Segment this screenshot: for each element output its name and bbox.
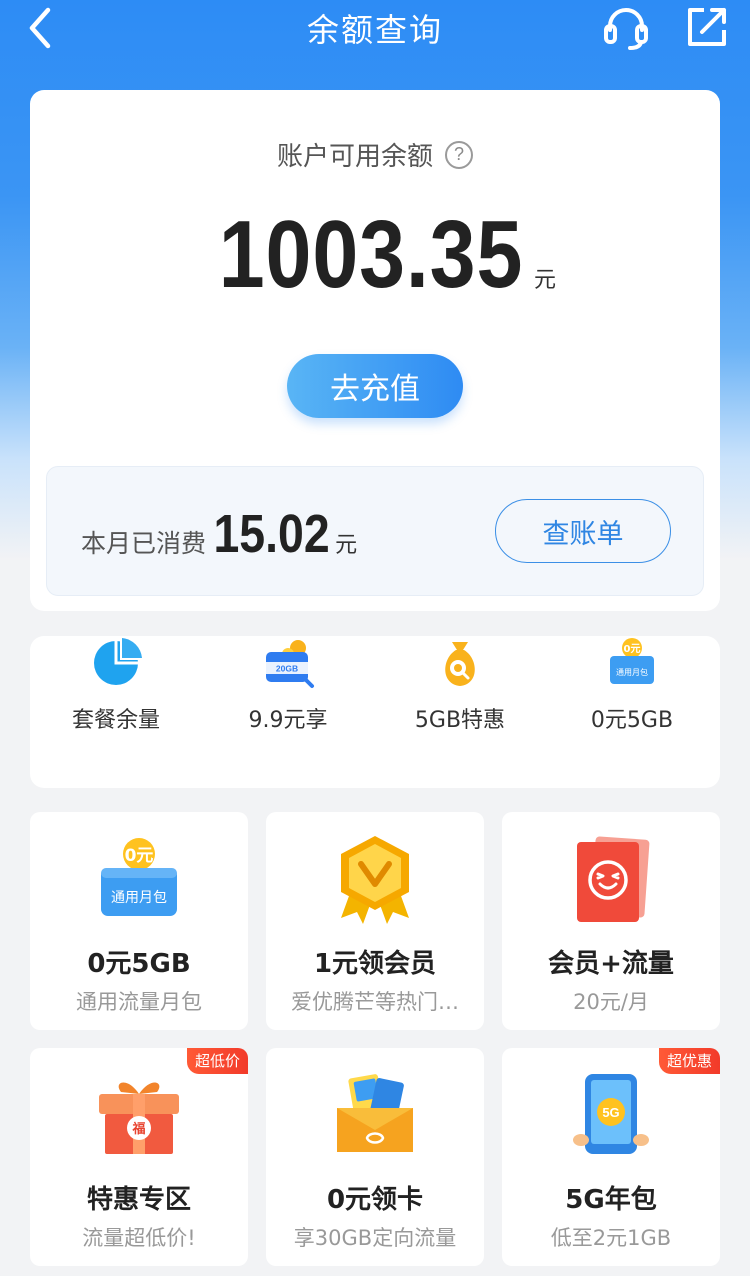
money-bag-icon <box>445 642 475 686</box>
quick-item-package-remaining[interactable]: 套餐余量 <box>30 636 202 746</box>
tile-subtitle: 流量超低价! <box>82 1226 196 1250</box>
gift-box-icon-text: 福 <box>131 1121 145 1137</box>
tile-title: 0元5GB <box>87 949 191 979</box>
sim-envelope-icon <box>337 1074 413 1152</box>
5g-phone-icon-text: 5G <box>602 1105 619 1120</box>
back-arrow-icon[interactable] <box>20 4 64 52</box>
badge-super-discount: 超优惠 <box>658 1048 720 1074</box>
balance-label-row: 账户可用余额 ? <box>30 136 720 173</box>
tile-monthly-pack-icon-text: 0元 <box>125 846 154 866</box>
tile-title: 会员+流量 <box>548 949 674 979</box>
tile-membership-plus-data[interactable]: 会员+流量 20元/月 <box>502 812 720 1030</box>
20gb-data-icon: 20GB <box>266 640 314 688</box>
monthly-pack-icon: 0元 通用月包 <box>610 638 654 684</box>
pie-chart-icon <box>94 638 142 685</box>
quick-entry-card: 套餐余量 20GB 9.9元享 5GB特惠 0元 通用月包 0元5GB <box>30 636 720 788</box>
tile-subtitle: 20元/月 <box>573 990 649 1014</box>
tile-title: 0元领卡 <box>326 1185 424 1215</box>
view-bill-button[interactable]: 查账单 <box>495 499 671 563</box>
gift-box-icon: 福 <box>99 1082 179 1154</box>
monthly-spending-amount: 15.02 <box>213 504 330 564</box>
vip-badge-icon <box>341 836 409 924</box>
quick-item-label: 5GB特惠 <box>414 708 506 733</box>
tile-5g-annual-pack[interactable]: 超优惠 5G 5G年包 低至2元1GB <box>502 1048 720 1266</box>
share-external-icon[interactable] <box>682 2 732 52</box>
tile-free-5gb-monthly[interactable]: 0元 通用月包 0元5GB 通用流量月包 <box>30 812 248 1030</box>
data-pack-icon-text: 20GB <box>276 664 298 674</box>
tile-subtitle: 享30GB定向流量 <box>293 1226 457 1250</box>
balance-label: 账户可用余额 <box>276 142 433 172</box>
balance-unit: 元 <box>534 268 557 293</box>
help-question-icon[interactable]: ? <box>445 140 473 169</box>
nav-bar: 余额查询 <box>0 0 750 56</box>
recharge-button[interactable]: 去充值 <box>287 354 463 418</box>
quick-item-label: 0元5GB <box>590 708 674 733</box>
tile-subtitle: 通用流量月包 <box>76 990 202 1014</box>
monthly-pack-icon: 0元 通用月包 <box>101 838 177 916</box>
badge-low-price: 超低价 <box>186 1048 248 1074</box>
tile-special-offers[interactable]: 超低价 福 特惠专区 流量超低价! <box>30 1048 248 1266</box>
quick-item-label: 9.9元享 <box>248 708 328 733</box>
quick-item-5gb-deal[interactable]: 5GB特惠 <box>374 636 546 746</box>
tile-title: 特惠专区 <box>86 1185 191 1215</box>
balance-amount: 1003.35 <box>218 201 524 308</box>
tile-subtitle: 爱优腾芒等热门… <box>291 990 459 1014</box>
quick-item-label: 套餐余量 <box>71 708 160 733</box>
tile-subtitle: 低至2元1GB <box>550 1226 672 1250</box>
quick-item-free-5gb[interactable]: 0元 通用月包 0元5GB <box>546 636 718 746</box>
quick-item-9-9-offer[interactable]: 20GB 9.9元享 <box>202 636 374 746</box>
smile-card-icon <box>577 836 650 922</box>
monthly-pack-icon-text: 0元 <box>624 643 641 655</box>
5g-phone-icon: 5G <box>573 1074 649 1154</box>
tile-monthly-pack-icon-subtext: 通用月包 <box>111 890 167 906</box>
monthly-pack-icon-subtext: 通用月包 <box>616 667 648 677</box>
monthly-spending-box: 本月已消费 15.02 元 查账单 <box>46 466 704 596</box>
customer-service-headset-icon[interactable] <box>600 2 652 54</box>
tile-1yuan-membership[interactable]: 1元领会员 爱优腾芒等热门… <box>266 812 484 1030</box>
page-title: 余额查询 <box>306 11 443 49</box>
balance-card: 账户可用余额 ? 1003.35 元 去充值 本月已消费 15.02 元 查账单 <box>30 90 720 611</box>
tile-title: 5G年包 <box>565 1185 657 1215</box>
tile-free-sim-card[interactable]: 0元领卡 享30GB定向流量 <box>266 1048 484 1266</box>
monthly-spending-label: 本月已消费 <box>81 529 207 558</box>
monthly-spending-text: 本月已消费 15.02 元 <box>81 503 357 565</box>
balance-amount-row: 1003.35 元 <box>30 200 720 310</box>
monthly-spending-unit: 元 <box>335 533 358 558</box>
tile-title: 1元领会员 <box>313 949 437 979</box>
